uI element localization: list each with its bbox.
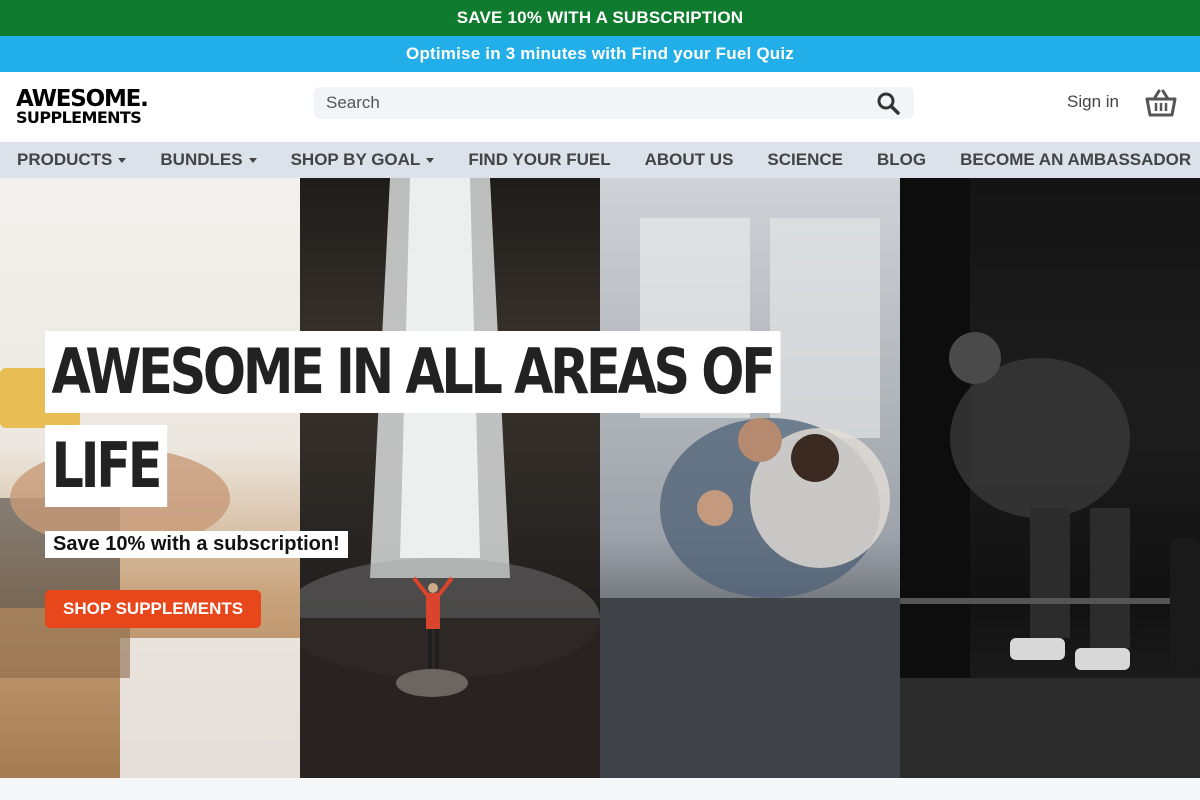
subscription-promo-text: SAVE 10% WITH A SUBSCRIPTION	[456, 8, 744, 27]
main-nav: PRODUCTS BUNDLES SHOP BY GOAL FIND YOUR …	[0, 142, 1200, 178]
logo[interactable]: AWESOME. SUPPLEMENTS	[16, 88, 154, 126]
nav-item-blog[interactable]: BLOG	[860, 142, 943, 178]
site-header: AWESOME. SUPPLEMENTS Sign in	[0, 72, 1200, 142]
nav-item-bundles[interactable]: BUNDLES	[143, 142, 273, 178]
nav-item-label: BUNDLES	[160, 150, 243, 169]
shop-supplements-button[interactable]: SHOP SUPPLEMENTS	[45, 590, 262, 628]
quiz-promo-text: Optimise in 3 minutes with Find your Fue…	[406, 44, 794, 63]
nav-item-products[interactable]: PRODUCTS	[0, 142, 143, 178]
nav-item-label: ABOUT US	[644, 150, 734, 169]
nav-item-label: BLOG	[876, 150, 927, 169]
search-icon[interactable]	[874, 89, 902, 117]
nav-item-become-ambassador[interactable]: BECOME AN AMBASSADOR	[943, 142, 1200, 178]
hero-subline: Save 10% with a subscription!	[45, 531, 348, 558]
page-bottom-strip	[0, 778, 1200, 800]
nav-item-label: SHOP BY GOAL	[290, 150, 421, 169]
basket-icon[interactable]	[1145, 89, 1177, 117]
nav-item-label: SCIENCE	[767, 150, 843, 169]
caret-down-icon	[248, 157, 257, 163]
nav-item-about-us[interactable]: ABOUT US	[628, 142, 751, 178]
nav-item-label: BECOME AN AMBASSADOR	[960, 150, 1192, 169]
caret-down-icon	[426, 157, 435, 163]
sign-in-link[interactable]: Sign in	[1067, 92, 1119, 112]
subscription-promo-bar[interactable]: SAVE 10% WITH A SUBSCRIPTION	[0, 0, 1200, 36]
quiz-promo-bar[interactable]: Optimise in 3 minutes with Find your Fue…	[0, 36, 1200, 72]
nav-item-science[interactable]: SCIENCE	[750, 142, 860, 178]
hero-text-block: AWESOME IN ALL AREAS OF LIFE Save 10% wi…	[45, 331, 942, 628]
logo-line2: SUPPLEMENTS	[16, 108, 142, 127]
hero-headline-line1: AWESOME IN ALL AREAS OF	[45, 331, 781, 413]
search-bar	[314, 87, 914, 119]
nav-item-label: FIND YOUR FUEL	[468, 150, 611, 169]
hero-image-gym	[900, 178, 1200, 778]
nav-item-find-your-fuel[interactable]: FIND YOUR FUEL	[451, 142, 627, 178]
hero-headline-line2: LIFE	[45, 425, 168, 507]
caret-down-icon	[118, 157, 127, 163]
hero-banner: AWESOME IN ALL AREAS OF LIFE Save 10% wi…	[0, 178, 1200, 778]
nav-item-shop-by-goal[interactable]: SHOP BY GOAL	[274, 142, 452, 178]
nav-item-label: PRODUCTS	[17, 150, 113, 169]
search-input[interactable]	[326, 93, 874, 113]
